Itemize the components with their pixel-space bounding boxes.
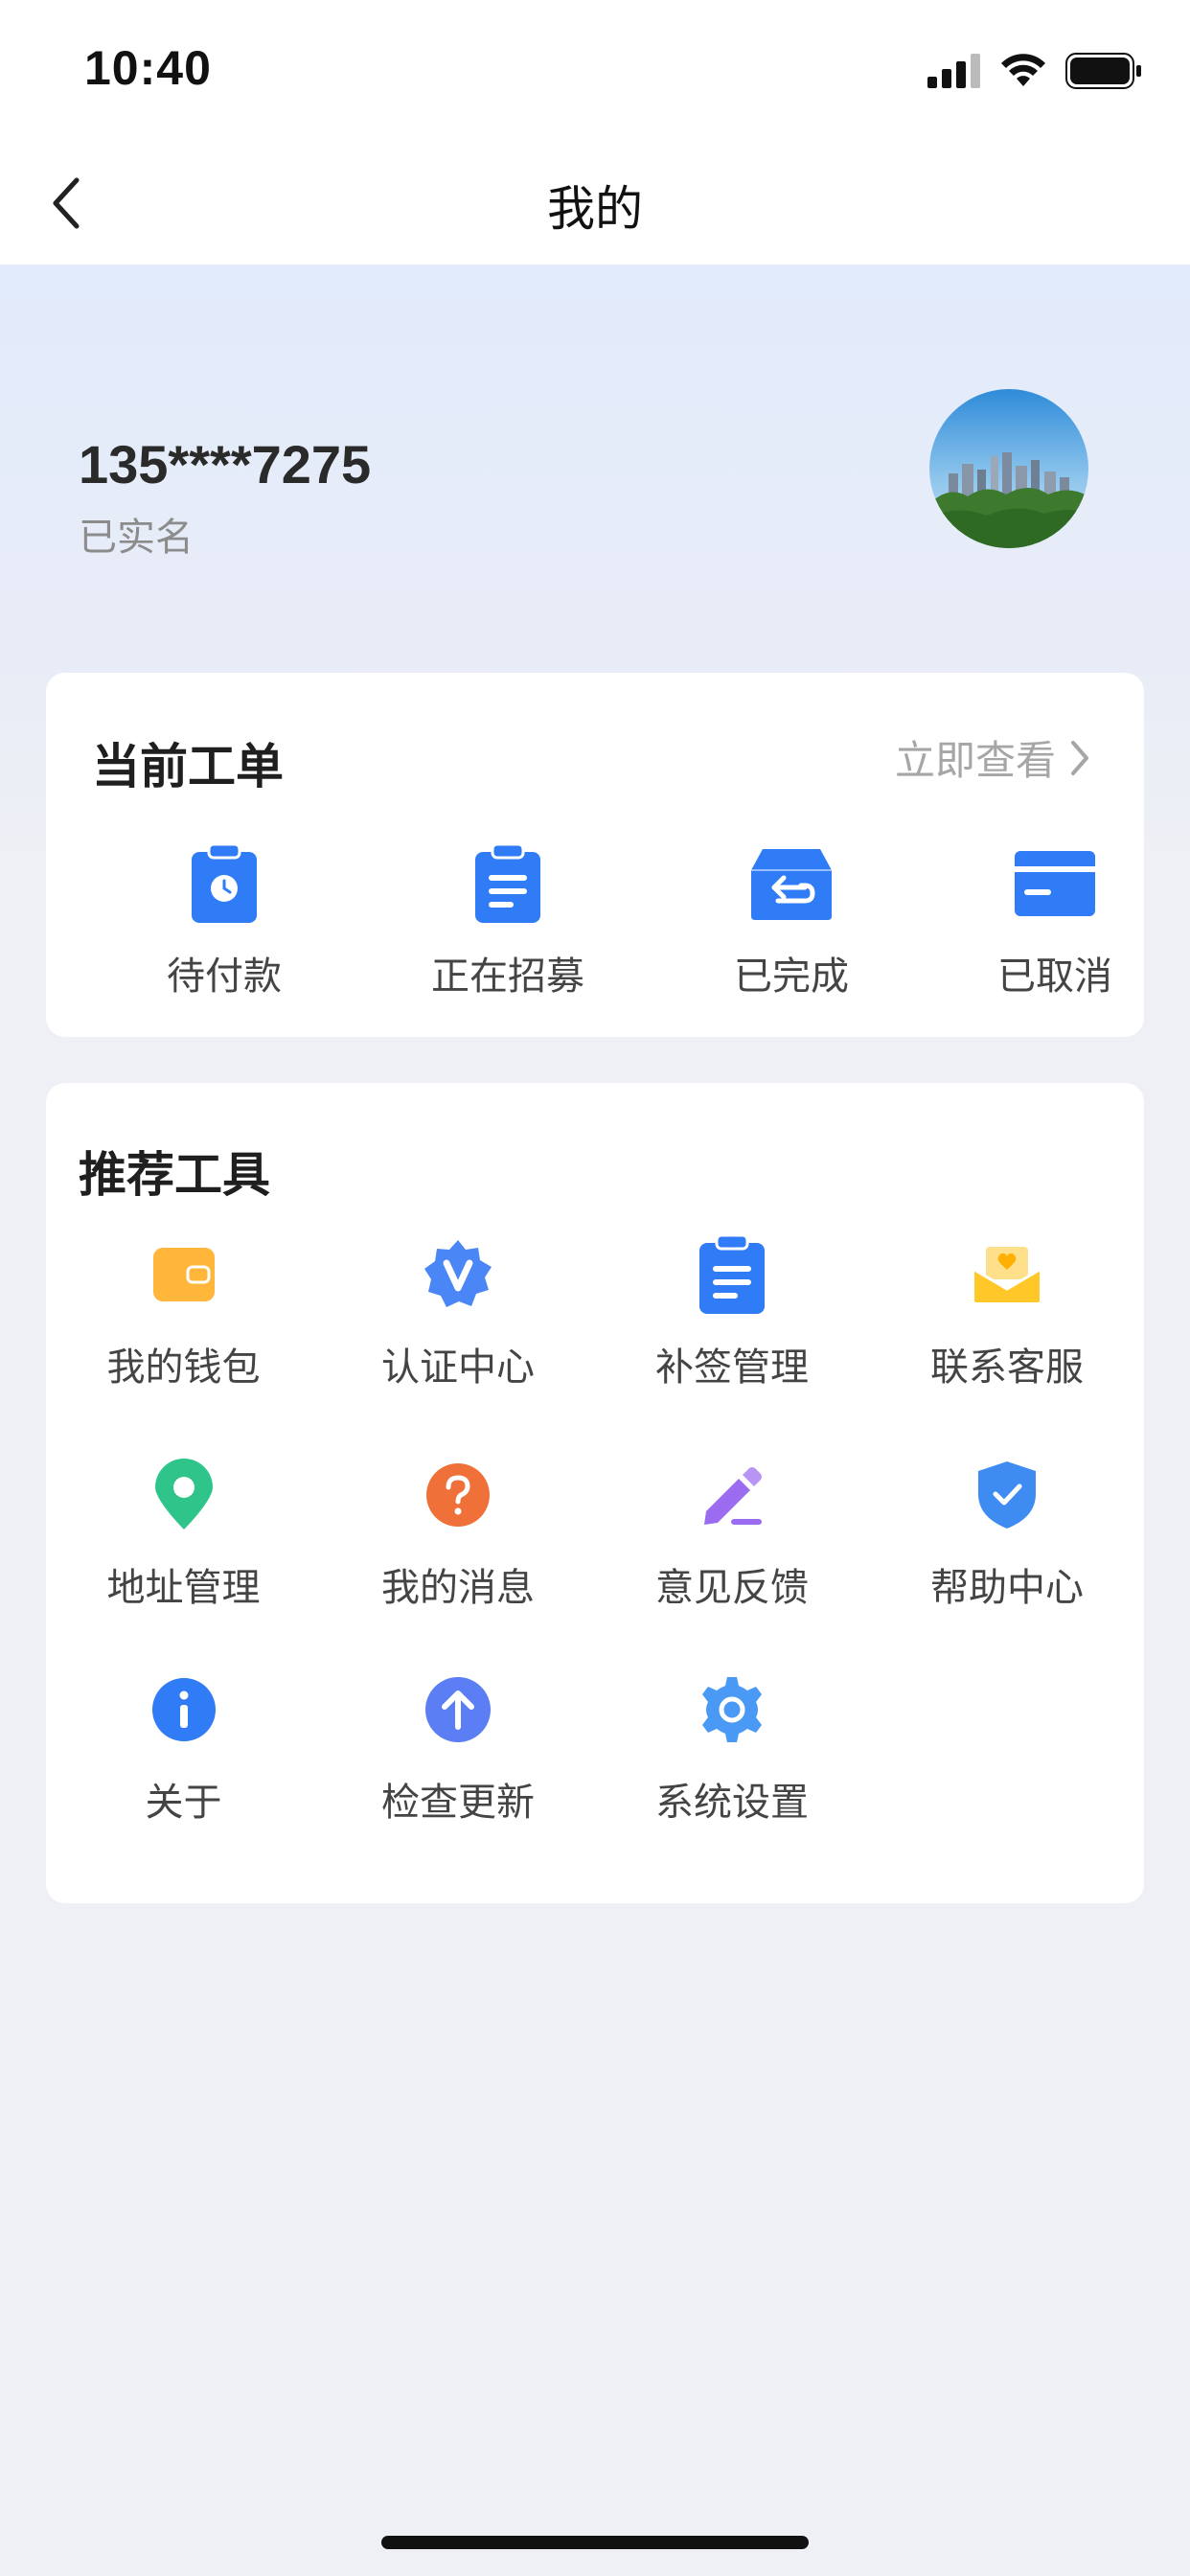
signal-icon bbox=[927, 54, 980, 88]
order-completed[interactable]: 已完成 bbox=[654, 836, 928, 1000]
tool-about[interactable]: 关于 bbox=[47, 1662, 321, 1827]
order-label: 已完成 bbox=[734, 954, 849, 999]
battery-icon bbox=[1065, 53, 1141, 89]
home-indicator[interactable] bbox=[381, 2536, 809, 2549]
tool-label: 帮助中心 bbox=[930, 1566, 1084, 1610]
tool-label: 联系客服 bbox=[930, 1346, 1084, 1390]
tool-label: 检查更新 bbox=[381, 1781, 535, 1825]
clipboard-clock-icon bbox=[192, 842, 257, 923]
verification-status: 已实名 bbox=[79, 516, 194, 560]
avatar[interactable] bbox=[929, 389, 1088, 548]
order-cancelled[interactable]: 已取消 bbox=[918, 836, 1190, 1000]
mail-heart-icon bbox=[973, 1247, 1041, 1302]
tool-label: 意见反馈 bbox=[655, 1566, 809, 1610]
order-label: 正在招募 bbox=[431, 954, 584, 999]
order-recruiting[interactable]: 正在招募 bbox=[371, 836, 645, 1000]
status-bar: 10:40 bbox=[0, 0, 1190, 144]
arrow-up-circle-icon bbox=[425, 1677, 491, 1742]
location-pin-icon bbox=[154, 1459, 213, 1530]
current-orders-card: 当前工单 立即查看 待付款 正在招募 已完成 已取消 bbox=[46, 673, 1144, 1037]
tool-feedback[interactable]: 意见反馈 bbox=[595, 1447, 869, 1612]
tool-label: 地址管理 bbox=[106, 1566, 261, 1610]
tool-label: 补签管理 bbox=[655, 1346, 809, 1390]
order-label: 待付款 bbox=[167, 954, 282, 999]
orders-card-title: 当前工单 bbox=[92, 739, 284, 794]
clipboard-icon bbox=[699, 1233, 765, 1314]
tool-system-settings[interactable]: 系统设置 bbox=[595, 1662, 869, 1827]
tool-check-update[interactable]: 检查更新 bbox=[321, 1662, 595, 1827]
tool-my-messages[interactable]: 我的消息 bbox=[321, 1447, 595, 1612]
view-now-link[interactable]: 立即查看 bbox=[895, 728, 1090, 787]
chevron-right-icon bbox=[1071, 740, 1088, 775]
city-skyline-avatar bbox=[929, 389, 1088, 548]
tool-label: 认证中心 bbox=[381, 1346, 535, 1390]
tray-return-icon bbox=[751, 849, 832, 920]
recommended-tools-card: 推荐工具 我的钱包 认证中心 补签管理 联系客服 地址管理 我的消息 意见反馈 … bbox=[46, 1083, 1144, 1903]
pencil-icon bbox=[704, 1467, 762, 1525]
tool-wallet[interactable]: 我的钱包 bbox=[47, 1227, 321, 1392]
tool-label: 我的消息 bbox=[381, 1566, 535, 1610]
tools-card-title: 推荐工具 bbox=[79, 1147, 270, 1203]
profile-screen: 10:40 我的 135****7275 已实名 当前工单 立即查看 待付款 正… bbox=[0, 0, 1190, 2576]
tool-contact-support[interactable]: 联系客服 bbox=[870, 1227, 1144, 1392]
gear-icon bbox=[702, 1677, 762, 1742]
user-phone: 135****7275 bbox=[79, 434, 372, 494]
wifi-icon bbox=[1001, 54, 1045, 86]
shield-check-icon bbox=[978, 1461, 1036, 1529]
view-now-label: 立即查看 bbox=[894, 737, 1056, 784]
order-pending-payment[interactable]: 待付款 bbox=[87, 836, 361, 1000]
order-label: 已取消 bbox=[997, 954, 1112, 999]
nav-bar: 我的 bbox=[0, 144, 1190, 264]
tool-label: 关于 bbox=[145, 1781, 222, 1825]
tool-label: 系统设置 bbox=[655, 1781, 809, 1825]
tool-resign-management[interactable]: 补签管理 bbox=[595, 1227, 869, 1392]
tool-help-center[interactable]: 帮助中心 bbox=[870, 1447, 1144, 1612]
status-time: 10:40 bbox=[84, 41, 212, 95]
page-title: 我的 bbox=[547, 181, 643, 237]
question-circle-icon bbox=[426, 1463, 490, 1527]
card-icon bbox=[1015, 851, 1095, 916]
document-list-icon bbox=[475, 842, 540, 923]
wallet-icon bbox=[152, 1248, 215, 1301]
tool-address-management[interactable]: 地址管理 bbox=[47, 1447, 321, 1612]
tool-label: 我的钱包 bbox=[106, 1346, 261, 1390]
tool-verification-center[interactable]: 认证中心 bbox=[321, 1227, 595, 1392]
status-icons bbox=[927, 50, 1142, 92]
verified-badge-icon bbox=[424, 1240, 492, 1307]
info-circle-icon bbox=[151, 1678, 216, 1741]
